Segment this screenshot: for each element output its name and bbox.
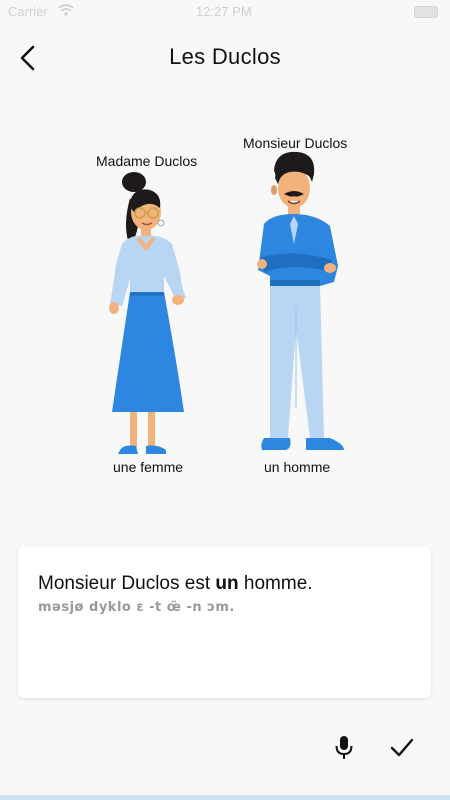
phonetic-transcription: məsjø dyklo ɛ -t œ̃ -n ɔm. (38, 600, 235, 615)
sentence-text-end: homme. (238, 573, 313, 594)
madame-duclos-label: Madame Duclos (96, 153, 198, 169)
microphone-icon (335, 736, 353, 759)
check-button[interactable] (388, 733, 416, 761)
bottom-progress-bar (0, 795, 450, 800)
clock-label: 12:27 PM (196, 4, 252, 19)
french-sentence: Monsieur Duclos est un homme. (38, 573, 313, 595)
woman-figure (109, 172, 186, 454)
sentence-card: Monsieur Duclos est un homme. məsjø dykl… (18, 546, 431, 698)
sentence-highlight: un (215, 573, 239, 594)
family-illustration: Madame Duclos Monsieur Duclos une femme (0, 130, 450, 480)
carrier-label: Carrier (8, 4, 48, 19)
une-femme-label: une femme (113, 459, 184, 475)
status-bar: Carrier 12:27 PM (0, 0, 450, 24)
sentence-text-start: Monsieur Duclos est (38, 573, 216, 594)
checkmark-icon (390, 738, 414, 757)
man-figure (257, 151, 344, 450)
page-title: Les Duclos (169, 44, 281, 69)
microphone-button[interactable] (330, 733, 358, 761)
wifi-icon (58, 3, 74, 20)
un-homme-label: un homme (264, 459, 331, 475)
battery-icon (414, 6, 438, 18)
